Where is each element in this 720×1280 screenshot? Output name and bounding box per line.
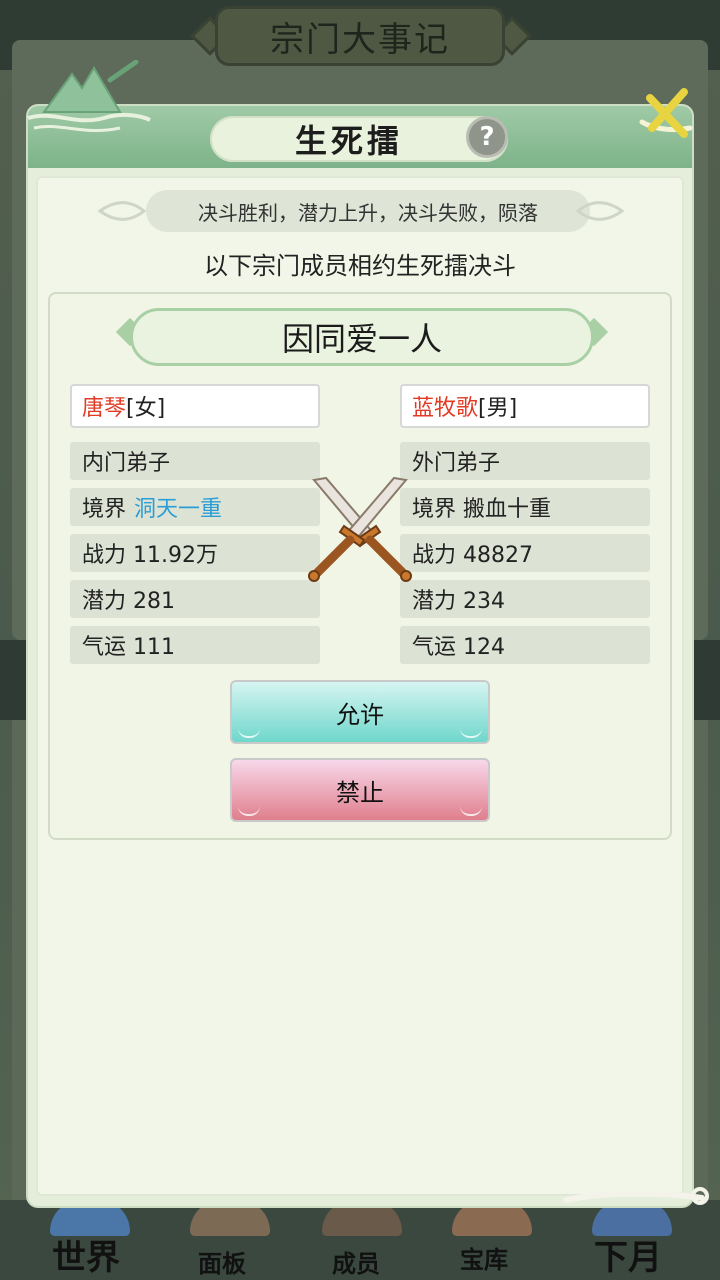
right-fighter-name: 蓝牧歌 bbox=[412, 396, 479, 421]
dialog-title: 生死擂 bbox=[294, 122, 403, 160]
right-potential-label: 潜力 234 bbox=[412, 589, 505, 614]
duel-reason: 因同爱一人 bbox=[281, 320, 442, 358]
left-luck: 气运 111 bbox=[70, 626, 320, 664]
allow-corner-right bbox=[460, 728, 482, 738]
right-luck: 气运 124 bbox=[400, 626, 650, 664]
help-icon[interactable]: ? bbox=[466, 116, 508, 158]
rule-ornament-right bbox=[576, 201, 624, 221]
dialog-subtitle: 以下宗门成员相约生死擂决斗 bbox=[204, 252, 516, 280]
duel-dialog: 生死擂 ? 决斗胜利，潜力上升，决斗失败，陨落 以下宗门成员相约生死擂决斗 因同… bbox=[28, 106, 692, 1206]
mountain-ornament-icon bbox=[27, 60, 151, 132]
rule-ornament-left bbox=[98, 201, 146, 221]
allow-button-label: 允许 bbox=[336, 700, 384, 729]
nav-panel[interactable]: 面板 bbox=[198, 1244, 246, 1279]
background-title: 宗门大事记 bbox=[270, 19, 450, 60]
duel-reason-banner: 因同爱一人 bbox=[130, 308, 594, 366]
left-realm-value: 洞天一重 bbox=[134, 497, 223, 522]
forbid-button[interactable]: 禁止 bbox=[230, 758, 490, 822]
left-power: 战力 11.92万 bbox=[70, 534, 320, 572]
left-luck-label: 气运 111 bbox=[82, 635, 175, 660]
forbid-corner-left bbox=[238, 806, 260, 816]
left-fighter-gender: [女] bbox=[126, 396, 166, 421]
right-power-label: 战力 48827 bbox=[412, 543, 533, 568]
left-potential: 潜力 281 bbox=[70, 580, 320, 618]
allow-corner-left bbox=[238, 728, 260, 738]
crossed-swords-icon bbox=[308, 476, 412, 582]
right-potential: 潜力 234 bbox=[400, 580, 650, 618]
left-fighter-name-box: 唐琴 [女] bbox=[70, 384, 320, 428]
left-rank-label: 内门弟子 bbox=[82, 451, 171, 476]
nav-next-month[interactable]: 下月 bbox=[594, 1230, 662, 1279]
nav-world[interactable]: 世界 bbox=[52, 1230, 120, 1279]
left-rank: 内门弟子 bbox=[70, 442, 320, 480]
dialog-body: 决斗胜利，潜力上升，决斗失败，陨落 以下宗门成员相约生死擂决斗 因同爱一人 唐琴… bbox=[36, 176, 684, 1196]
left-potential-label: 潜力 281 bbox=[82, 589, 175, 614]
forbid-corner-right bbox=[460, 806, 482, 816]
nav-members[interactable]: 成员 bbox=[332, 1244, 380, 1279]
left-realm: 境界 洞天一重 bbox=[70, 488, 320, 526]
right-fighter-gender: [男] bbox=[478, 396, 518, 421]
right-rank-label: 外门弟子 bbox=[412, 451, 501, 476]
right-realm: 境界 搬血十重 bbox=[400, 488, 650, 526]
left-realm-label: 境界 bbox=[82, 497, 127, 522]
close-icon[interactable] bbox=[636, 84, 696, 144]
right-luck-label: 气运 124 bbox=[412, 635, 505, 660]
right-rank: 外门弟子 bbox=[400, 442, 650, 480]
right-realm-label: 境界 搬血十重 bbox=[412, 497, 551, 522]
nav-treasury[interactable]: 宝库 bbox=[460, 1240, 508, 1275]
help-icon-glyph: ? bbox=[479, 122, 495, 152]
left-power-label: 战力 11.92万 bbox=[82, 543, 218, 568]
allow-button[interactable]: 允许 bbox=[230, 680, 490, 744]
duel-card: 因同爱一人 唐琴 [女] 内门弟子 境界 洞天一重 战力 11.92万 潜力 281… bbox=[48, 292, 672, 840]
right-fighter-name-box: 蓝牧歌 [男] bbox=[400, 384, 650, 428]
left-fighter-name: 唐琴 bbox=[82, 396, 127, 421]
dialog-title-pill: 生死擂 bbox=[210, 116, 508, 162]
forbid-button-label: 禁止 bbox=[336, 778, 384, 807]
scroll-ornament-icon bbox=[563, 1187, 709, 1205]
right-power: 战力 48827 bbox=[400, 534, 650, 572]
rule-text: 决斗胜利，潜力上升，决斗失败，陨落 bbox=[146, 190, 590, 232]
rule-text-label: 决斗胜利，潜力上升，决斗失败，陨落 bbox=[198, 200, 538, 225]
background-title-plate: 宗门大事记 bbox=[215, 6, 505, 66]
